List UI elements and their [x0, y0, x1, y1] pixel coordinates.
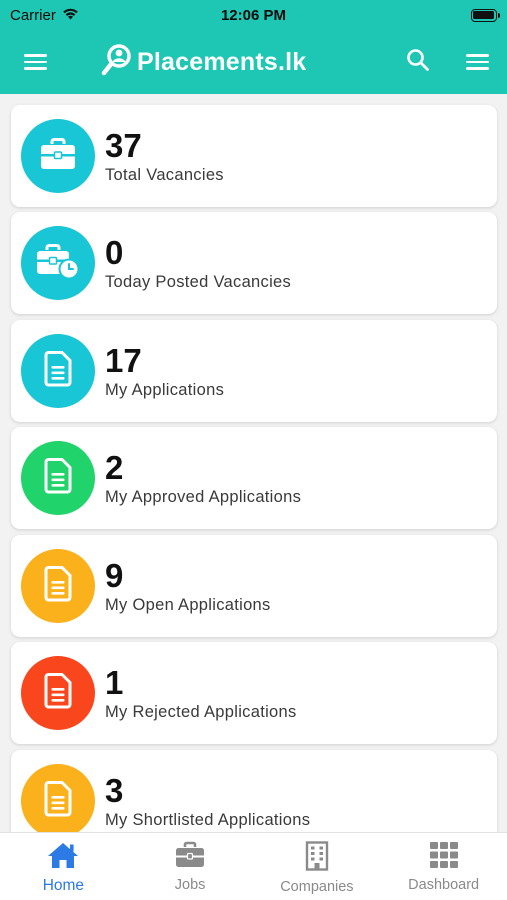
menu-button[interactable]: [11, 38, 59, 86]
stat-count: 17: [105, 341, 142, 379]
tab-jobs[interactable]: Jobs: [127, 833, 254, 900]
hamburger-icon: [23, 54, 47, 70]
stat-label: My Shortlisted Applications: [105, 810, 311, 829]
tab-label: Dashboard: [408, 877, 480, 893]
document-icon: [43, 780, 73, 822]
wifi-icon: [62, 7, 79, 24]
document-icon: [43, 565, 73, 607]
stat-label: Total Vacancies: [105, 165, 224, 184]
dashboard-stats-list[interactable]: 37 Total Vacancies 0 Today Posted Vacanc…: [0, 94, 507, 832]
briefcase-icon: [175, 841, 205, 874]
stat-count: 2: [105, 448, 124, 486]
stat-label: Today Posted Vacancies: [105, 272, 292, 291]
brand-name: Placements.lk: [137, 47, 307, 76]
options-menu-button[interactable]: [453, 38, 501, 86]
battery-icon: [470, 8, 500, 22]
stat-card-rejected-applications[interactable]: 1 My Rejected Applications: [11, 642, 497, 744]
stat-count: 37: [105, 126, 142, 164]
stat-text: 17 My Applications: [105, 341, 225, 400]
document-icon: [43, 672, 73, 714]
stat-icon-circle: [21, 549, 95, 623]
document-icon: [43, 457, 73, 499]
search-icon: [406, 48, 430, 77]
stat-text: 9 My Open Applications: [105, 556, 271, 615]
stat-count: 1: [105, 663, 124, 701]
header-actions: [394, 38, 507, 86]
home-icon: [46, 841, 80, 874]
stat-card-my-applications[interactable]: 17 My Applications: [11, 320, 497, 422]
status-bar: Carrier 12:06 PM: [0, 0, 507, 30]
status-left: Carrier: [10, 7, 160, 24]
building-icon: [304, 841, 330, 876]
stat-card-today-posted-vacancies[interactable]: 0 Today Posted Vacancies: [11, 212, 497, 314]
stat-icon-circle: [21, 119, 95, 193]
status-right: [347, 8, 500, 22]
tab-companies[interactable]: Companies: [254, 833, 381, 900]
stat-icon-circle: [21, 441, 95, 515]
stat-label: My Approved Applications: [105, 487, 302, 506]
app-root: Carrier 12:06 PM Placements.lk 37 Total …: [0, 0, 507, 900]
stat-text: 1 My Rejected Applications: [105, 663, 297, 722]
stat-count: 3: [105, 771, 124, 809]
stat-text: 37 Total Vacancies: [105, 126, 224, 185]
logo-person-search-icon: [101, 42, 133, 83]
stat-icon-circle: [21, 764, 95, 832]
carrier-label: Carrier: [10, 6, 56, 24]
stat-text: 0 Today Posted Vacancies: [105, 233, 292, 292]
briefcase-clock-icon: [36, 243, 80, 284]
stat-label: My Open Applications: [105, 595, 271, 614]
tab-label: Home: [42, 877, 85, 894]
tab-home[interactable]: Home: [0, 833, 127, 900]
tab-dashboard[interactable]: Dashboard: [380, 833, 507, 900]
search-button[interactable]: [394, 38, 442, 86]
stat-card-open-applications[interactable]: 9 My Open Applications: [11, 535, 497, 637]
briefcase-icon: [39, 137, 77, 176]
status-time: 12:06 PM: [220, 6, 287, 24]
stat-label: My Applications: [105, 380, 225, 399]
stat-icon-circle: [21, 656, 95, 730]
stat-count: 9: [105, 556, 124, 594]
brand-logo: Placements.lk: [101, 42, 306, 83]
stat-icon-circle: [21, 334, 95, 408]
tab-label: Companies: [280, 879, 354, 895]
stat-label: My Rejected Applications: [105, 702, 297, 721]
bottom-tab-bar: Home Jobs Companies Dashboard: [0, 832, 507, 900]
stat-count: 0: [105, 233, 124, 271]
stat-text: 2 My Approved Applications: [105, 448, 302, 507]
document-icon: [43, 350, 73, 392]
stat-card-shortlisted-applications[interactable]: 3 My Shortlisted Applications: [11, 750, 497, 832]
grid-icon: [429, 841, 459, 874]
stat-icon-circle: [21, 226, 95, 300]
app-header: Placements.lk: [0, 30, 507, 94]
stat-card-total-vacancies[interactable]: 37 Total Vacancies: [11, 105, 497, 207]
tab-label: Jobs: [174, 877, 206, 893]
stat-card-approved-applications[interactable]: 2 My Approved Applications: [11, 427, 497, 529]
stat-text: 3 My Shortlisted Applications: [105, 771, 311, 830]
hamburger-icon: [465, 54, 489, 70]
